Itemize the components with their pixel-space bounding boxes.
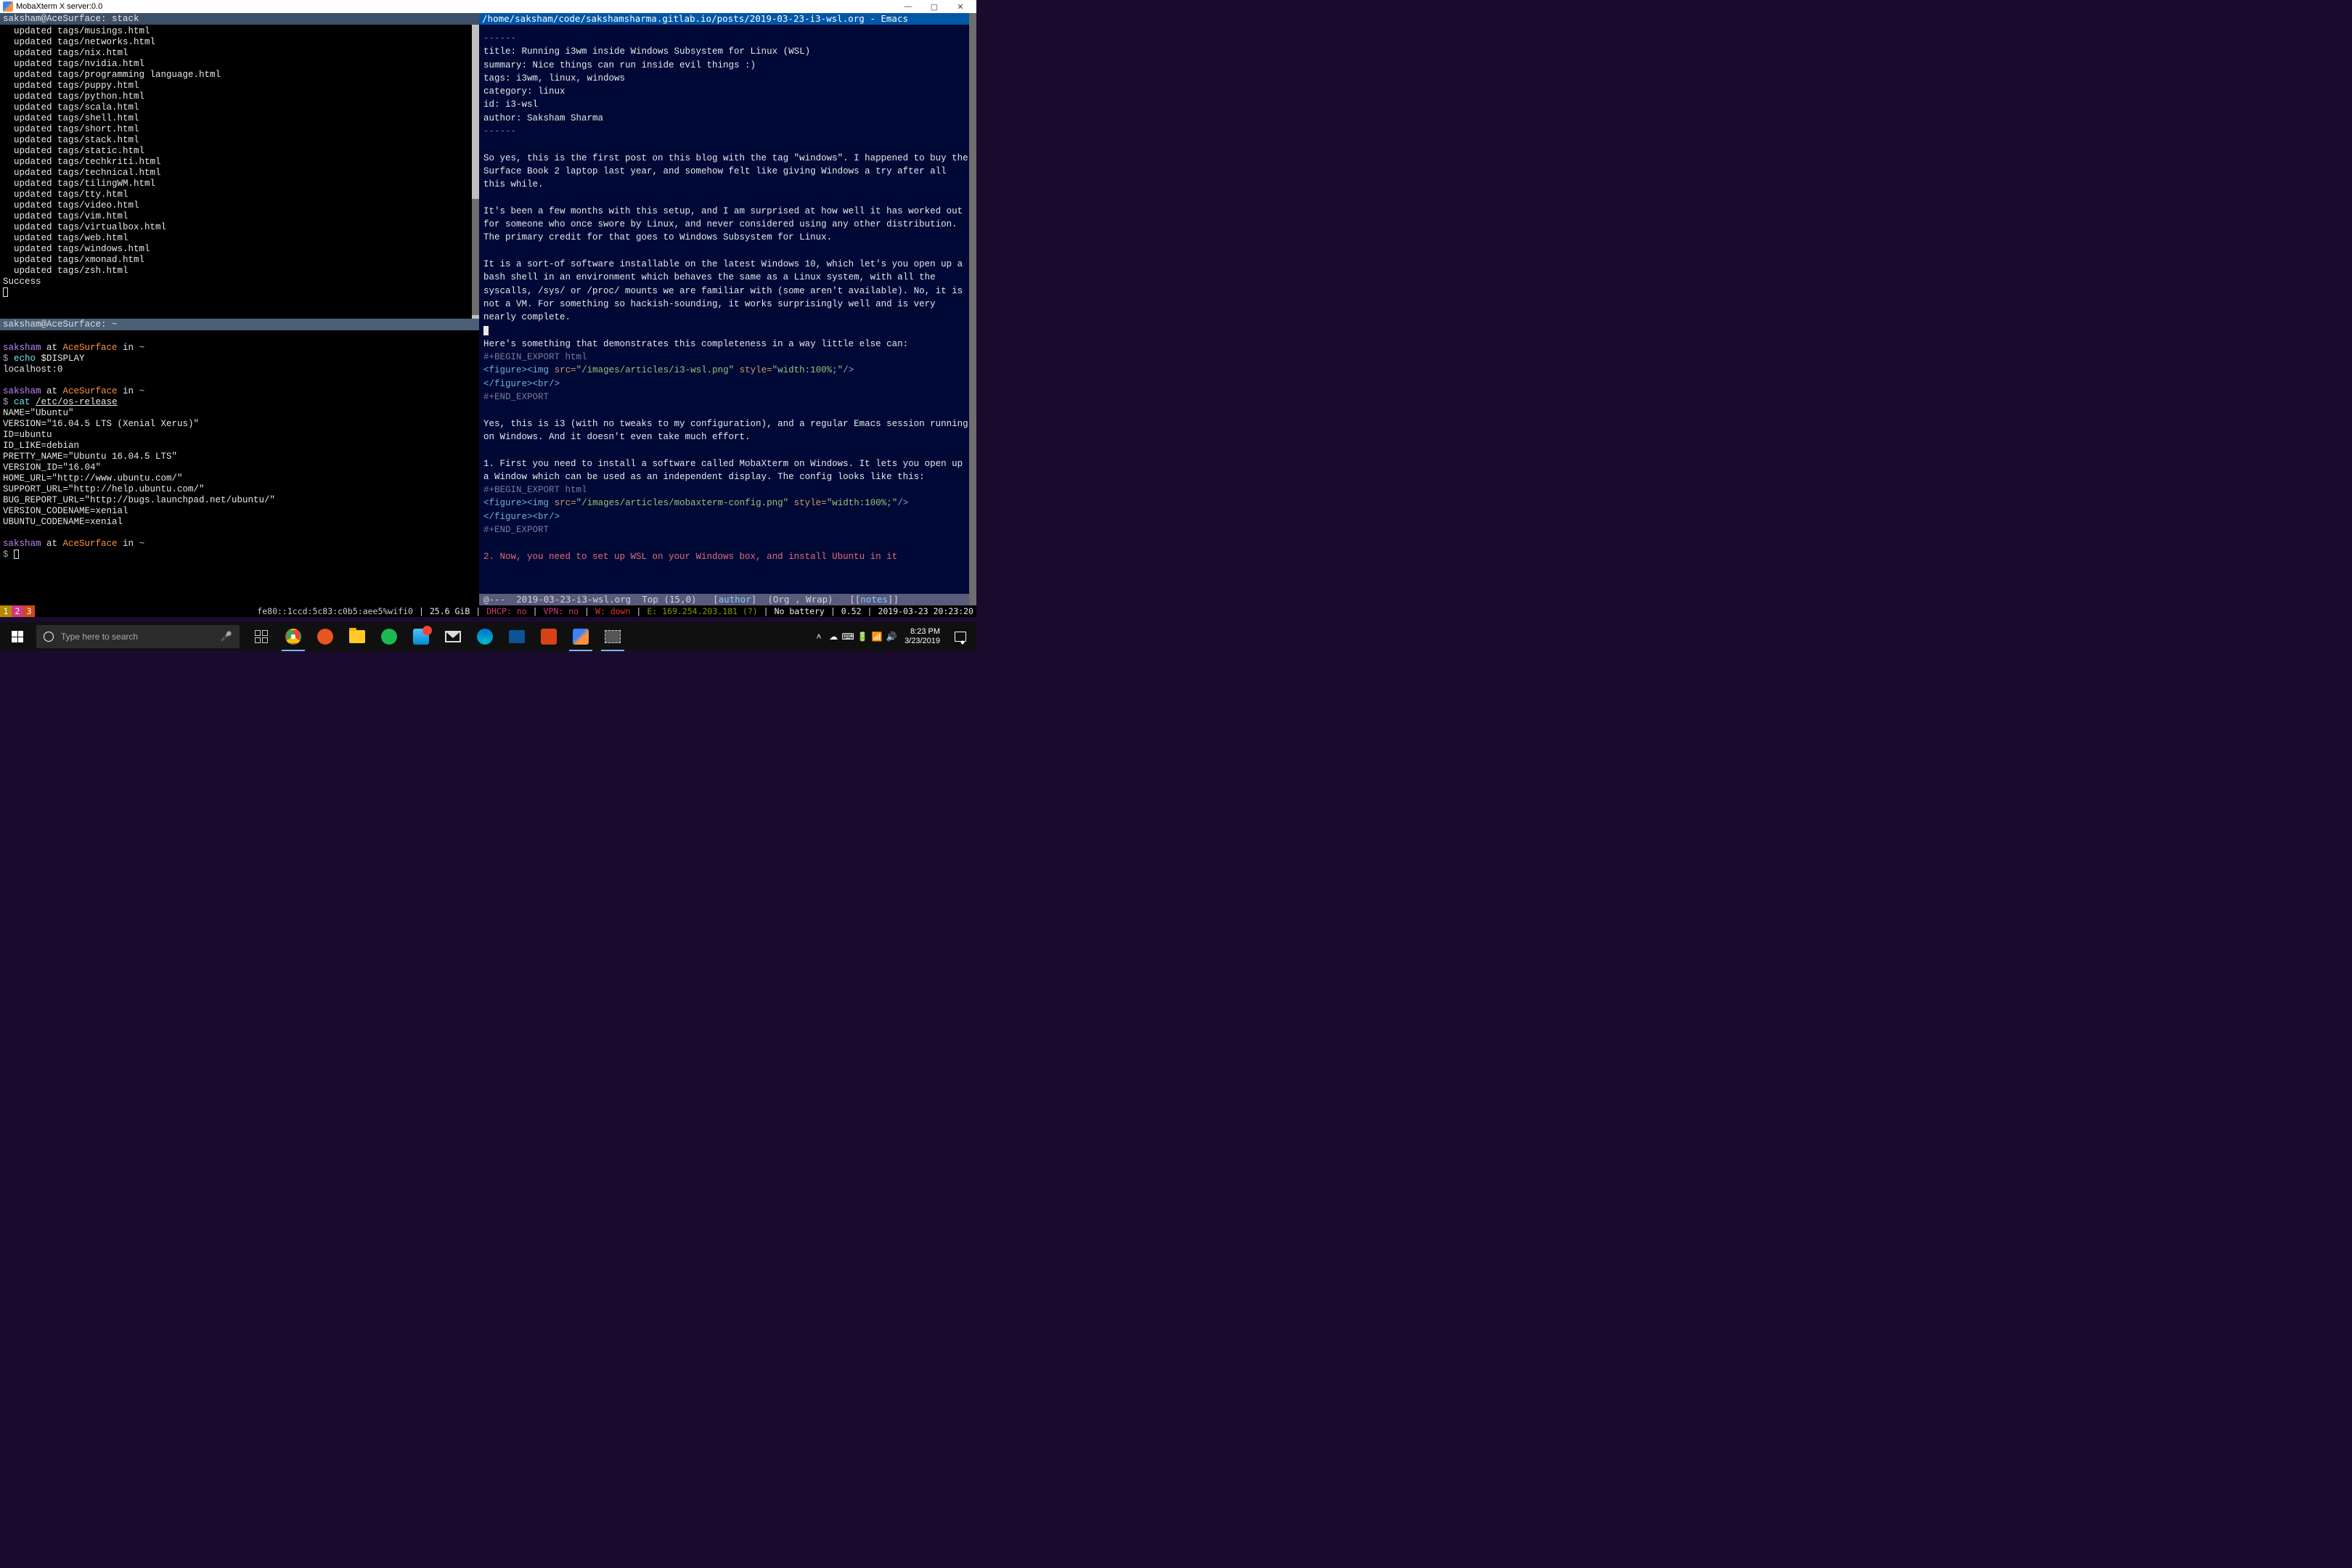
workspace-3[interactable]: 3 <box>23 605 35 617</box>
start-button[interactable] <box>0 622 35 651</box>
messenger-icon <box>413 629 429 645</box>
tray-onedrive-icon[interactable]: ☁ <box>826 632 841 642</box>
bottom-terminal[interactable]: saksham at AceSurface in ~ $ echo $DISPL… <box>0 330 479 617</box>
status-wifi: W: down <box>592 605 633 617</box>
status-dhcp: DHCP: no <box>483 605 529 617</box>
cursor <box>3 287 8 297</box>
search-placeholder: Type here to search <box>61 632 138 642</box>
os-release-output: NAME="Ubuntu" VERSION="16.04.5 LTS (Xeni… <box>3 408 478 528</box>
prompt-user: saksham <box>3 343 41 353</box>
mail-button[interactable] <box>437 622 469 651</box>
frontmatter-tags: tags: i3wm, linux, windows <box>483 73 625 83</box>
paragraph: Yes, this is i3 (with no tweaks to my co… <box>483 419 973 442</box>
paragraph: Here's something that demonstrates this … <box>483 339 908 349</box>
frontmatter-title: title: Running i3wm inside Windows Subsy… <box>483 46 810 57</box>
status-eth: E: 169.254.203.181 (?) <box>644 605 760 617</box>
emacs-buffer[interactable]: ------ title: Running i3wm inside Window… <box>479 25 976 594</box>
messenger-button[interactable] <box>405 622 437 651</box>
tray-chevron-up-icon[interactable]: ˄ <box>812 632 826 642</box>
clock-time: 8:23 PM <box>905 627 940 637</box>
spotify-icon <box>381 629 397 645</box>
status-datetime: 2019-03-23 20:23:20 <box>875 605 976 617</box>
maximize-button[interactable]: ▢ <box>921 2 947 12</box>
mic-icon[interactable]: 🎤 <box>221 631 232 642</box>
frontmatter-category: category: linux <box>483 86 565 97</box>
tray-wifi-icon[interactable]: 📶 <box>870 632 884 642</box>
left-column: saksham@AceSurface: stack updated tags/m… <box>0 13 479 617</box>
chrome-icon <box>285 629 301 645</box>
scrollbar-track[interactable] <box>472 25 479 319</box>
edge-icon <box>477 629 493 645</box>
status-battery: No battery <box>772 605 828 617</box>
window-title: MobaXterm X server:0.0 <box>16 2 102 11</box>
minimize-button[interactable]: — <box>895 2 921 11</box>
windows-logo-icon <box>12 631 23 642</box>
status-disk: 25.6 GiB <box>427 605 473 617</box>
cursor <box>14 550 19 559</box>
prompt-host: AceSurface <box>63 343 118 353</box>
window-titlebar: MobaXterm X server:0.0 — ▢ ✕ <box>0 0 976 13</box>
top-terminal[interactable]: updated tags/musings.html updated tags/n… <box>0 25 479 319</box>
emacs-modeline: @--- 2019-03-23-i3-wsl.org Top (15,0) [a… <box>479 594 976 605</box>
chrome-button[interactable] <box>277 622 309 651</box>
cmd-cat: cat <box>14 397 30 407</box>
mobaxterm-button[interactable] <box>565 622 597 651</box>
cmd-cat-arg: /etc/os-release <box>36 397 118 407</box>
task-view-icon <box>255 630 268 643</box>
cmd-echo: echo <box>14 354 36 364</box>
emacs-cursor <box>483 326 489 335</box>
emacs-pane: /home/saksham/code/sakshamsharma.gitlab.… <box>479 13 976 617</box>
task-view-button[interactable] <box>245 622 277 651</box>
workspace-2[interactable]: 2 <box>12 605 23 617</box>
frontmatter-author: author: Saksham Sharma <box>483 113 603 123</box>
powershell-icon <box>509 630 525 643</box>
prompt-path: ~ <box>139 343 145 353</box>
top-terminal-title[interactable]: saksham@AceSurface: stack <box>0 13 479 25</box>
file-explorer-button[interactable] <box>341 622 373 651</box>
notification-icon <box>955 632 966 642</box>
action-center-button[interactable] <box>946 622 975 651</box>
org-begin-export: #+BEGIN_EXPORT html <box>483 352 587 362</box>
taskbar-clock[interactable]: 8:23 PM 3/23/2019 <box>899 627 946 646</box>
paragraph: It's been a few months with this setup, … <box>483 206 968 243</box>
tray-battery-icon[interactable]: 🔋 <box>855 632 870 642</box>
snip-icon <box>605 630 621 643</box>
status-vpn: VPN: no <box>541 605 581 617</box>
ubuntu-icon <box>317 629 333 645</box>
close-button[interactable]: ✕ <box>947 2 973 12</box>
i3-workspace: saksham@AceSurface: stack updated tags/m… <box>0 13 976 617</box>
edge-button[interactable] <box>469 622 501 651</box>
mobaxterm-icon <box>3 1 13 12</box>
search-box[interactable]: Type here to search 🎤 <box>36 625 240 648</box>
ubuntu-button[interactable] <box>309 622 341 651</box>
paragraph: So yes, this is the first post on this b… <box>483 153 973 190</box>
status-ipv6: fe80::1ccd:5c83:c0b5:aee5%wifi0 <box>254 605 416 617</box>
paragraph: 2. Now, you need to set up WSL on your W… <box>483 552 897 562</box>
scrollbar-thumb[interactable] <box>472 199 479 315</box>
clock-date: 3/23/2019 <box>905 637 940 646</box>
emacs-titlebar[interactable]: /home/saksham/code/sakshamsharma.gitlab.… <box>479 13 976 25</box>
spotify-button[interactable] <box>373 622 405 651</box>
app-icon <box>541 629 557 645</box>
windows-taskbar: Type here to search 🎤 ˄ ☁ ⌨ 🔋 📶 🔊 8:23 P… <box>0 622 976 651</box>
org-end-export: #+END_EXPORT <box>483 392 549 402</box>
frontmatter-id: id: i3-wsl <box>483 99 538 110</box>
bottom-terminal-title[interactable]: saksham@AceSurface: ~ <box>0 319 479 330</box>
powershell-button[interactable] <box>501 622 533 651</box>
mail-icon <box>445 631 461 642</box>
mobaxterm-icon <box>573 629 589 645</box>
status-load: 0.52 <box>838 605 865 617</box>
cortana-circle-icon <box>44 632 54 642</box>
out-display: localhost:0 <box>3 364 63 375</box>
frontmatter-summary: summary: Nice things can run inside evil… <box>483 60 756 70</box>
snipping-tool-button[interactable] <box>597 622 629 651</box>
folder-icon <box>349 630 365 643</box>
tray-keyboard-icon[interactable]: ⌨ <box>841 632 855 642</box>
workspace-1[interactable]: 1 <box>0 605 12 617</box>
app-button[interactable] <box>533 622 565 651</box>
paragraph: 1. First you need to install a software … <box>483 459 968 482</box>
tray-volume-icon[interactable]: 🔊 <box>884 632 899 642</box>
i3-status-bar: 1 2 3 fe80::1ccd:5c83:c0b5:aee5%wifi0| 2… <box>0 605 976 617</box>
paragraph: It is a sort-of software installable on … <box>483 259 968 322</box>
